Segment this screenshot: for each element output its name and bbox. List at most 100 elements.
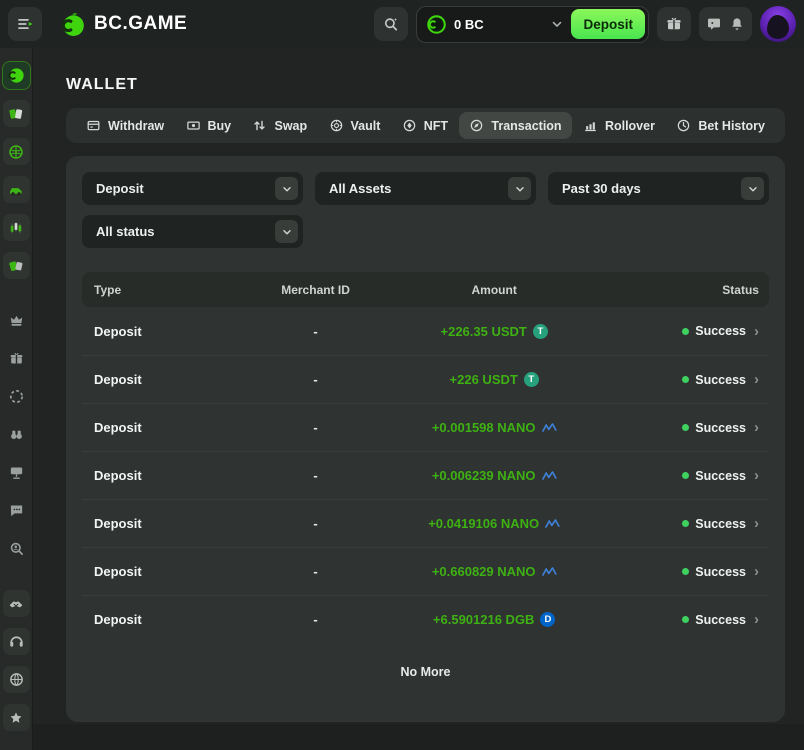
support-headset-icon [8,633,25,650]
tab-buy[interactable]: Buy [176,112,242,139]
cell-type: Deposit [82,516,247,531]
chevron-down-icon [741,177,764,200]
cell-type: Deposit [82,372,247,387]
sidebar-item-lottery-tags[interactable] [3,252,30,279]
usdt-coin-icon: T [533,324,548,339]
sports-ball-icon [7,143,25,161]
success-dot-icon [682,616,689,623]
cell-status: Success› [604,612,769,627]
sidebar-item-racing[interactable] [3,176,30,203]
cell-status: Success › [604,564,769,579]
cell-type: Deposit [82,324,247,339]
brand[interactable]: BC.GAME [60,11,187,38]
row-chevron-icon[interactable]: › [754,564,759,579]
tab-rollover[interactable]: Rollover [573,112,665,139]
vip-crown-icon [8,312,25,329]
tab-bet-history[interactable]: Bet History [666,112,775,139]
bc-home-icon [7,66,26,85]
usdt-coin-icon: T [524,372,539,387]
transaction-row[interactable]: Deposit- +226.35 USDT T Success › [82,307,769,355]
sidebar-item-bc-home[interactable] [3,62,30,89]
sidebar-item-lucky-search[interactable] [3,535,30,562]
sidebar-item-favorites-star[interactable] [3,704,30,731]
nano-coin-icon [542,564,557,579]
tab-withdraw[interactable]: Withdraw [76,112,174,139]
transaction-row[interactable]: Deposit-+0.006239 NANOSuccess› [82,451,769,499]
user-avatar[interactable] [760,6,796,42]
search-button[interactable] [374,7,408,41]
sidebar-item-vip-crown[interactable] [3,307,30,334]
chevron-down-icon [508,177,531,200]
status-label: Success [695,565,746,579]
tab-transaction[interactable]: Transaction [459,112,571,139]
sidebar-item-affiliate-binoculars[interactable] [3,421,30,448]
sidebar-item-bonus-spinner[interactable] [3,383,30,410]
sidebar-item-language-globe[interactable] [3,666,30,693]
bonus-spinner-icon [8,388,25,405]
balance-selector[interactable]: 0 BC Deposit [416,6,649,43]
chat-icon [706,16,722,32]
row-chevron-icon[interactable]: › [754,468,759,483]
filter-select-period[interactable]: Past 30 days [548,172,769,205]
transaction-row[interactable]: Deposit-+0.001598 NANOSuccess› [82,403,769,451]
tab-label: Swap [274,119,307,133]
transaction-row[interactable]: Deposit-+6.5901216 DGBDSuccess› [82,595,769,643]
deposit-button[interactable]: Deposit [571,9,645,39]
status-label: Success [695,324,746,338]
transaction-row[interactable]: Deposit-+226 USDTTSuccess› [82,355,769,403]
amount-value: +226.35 USDT [441,324,527,339]
cell-type: Deposit [82,468,247,483]
sidebar-item-ranking-board[interactable] [3,459,30,486]
filter-select-asset[interactable]: All Assets [315,172,536,205]
cell-merchant-id: - [247,372,384,387]
sidebar-toggle-button[interactable] [8,7,42,41]
chevron-down-icon [275,220,298,243]
status-label: Success [695,517,746,531]
tab-vault[interactable]: Vault [319,112,391,139]
chevron-down-icon[interactable] [550,17,564,31]
row-chevron-icon[interactable]: › [754,420,759,435]
transaction-row[interactable]: Deposit-+0.0419106 NANOSuccess› [82,499,769,547]
cell-type: Deposit [82,612,247,627]
cell-merchant-id: - [247,420,384,435]
tab-nft[interactable]: NFT [392,112,458,139]
tab-swap[interactable]: Swap [242,112,317,139]
affiliate-binoculars-icon [8,426,25,443]
transaction-compass-icon [469,118,484,133]
sidebar-item-sports-ball[interactable] [3,138,30,165]
vault-dial-icon [329,118,344,133]
filter-select-status[interactable]: All status [82,215,303,248]
cell-merchant-id: - [247,324,384,339]
rewards-button[interactable] [657,7,691,41]
rollover-chart-icon [583,118,598,133]
sidebar-item-trading-candles[interactable] [3,214,30,241]
lucky-search-icon [8,540,25,557]
cell-merchant-id: - [247,516,384,531]
table-header-row: TypeMerchant IDAmountStatus [82,272,769,307]
notification-group [699,7,752,41]
sidebar-item-casino-cards[interactable] [3,100,30,127]
row-chevron-icon[interactable]: › [754,516,759,531]
select-value: All Assets [329,181,391,196]
row-chevron-icon[interactable]: › [754,372,759,387]
cell-amount: +6.5901216 DGBD [384,612,604,627]
cell-amount: +0.001598 NANO [384,420,604,435]
cell-status: Success› [604,468,769,483]
trading-candles-icon [7,219,25,237]
sidebar-item-forum-chat[interactable] [3,497,30,524]
filter-select-transaction-type[interactable]: Deposit [82,172,303,205]
chat-button[interactable] [706,16,722,32]
responsible-hands-icon [7,595,25,613]
swap-arrows-icon [252,118,267,133]
brand-name: BC.GAME [94,13,187,35]
sidebar-item-support-headset[interactable] [3,628,30,655]
sidebar-item-promotions-gift[interactable] [3,345,30,372]
transaction-row[interactable]: Deposit-+0.660829 NANOSuccess› [82,547,769,595]
lottery-tags-icon [7,257,25,275]
row-chevron-icon[interactable]: › [754,324,759,339]
page-background-strip [33,724,804,750]
row-chevron-icon[interactable]: › [754,612,759,627]
success-dot-icon [682,568,689,575]
sidebar-item-responsible-hands[interactable] [3,590,30,617]
notifications-button[interactable] [729,16,745,32]
